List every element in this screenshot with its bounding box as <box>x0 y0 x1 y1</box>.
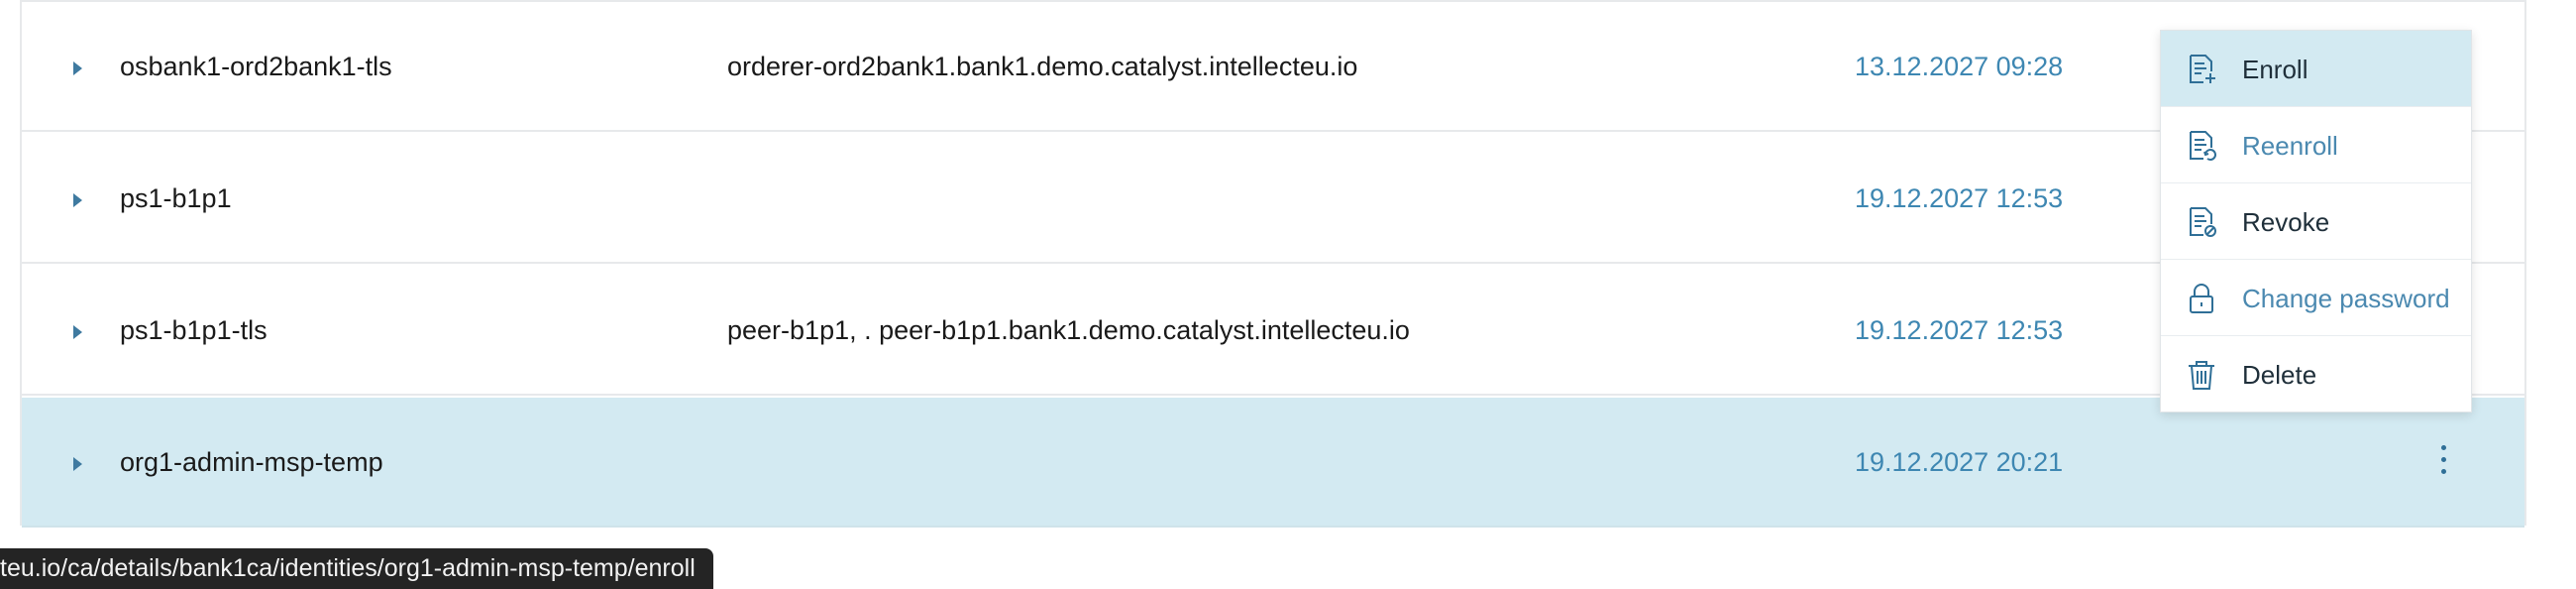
identity-expiry-date: 19.12.2027 12:53 <box>1855 183 2064 213</box>
identity-name: org1-admin-msp-temp <box>120 447 383 477</box>
identities-table: osbank1-ord2bank1-tls orderer-ord2bank1.… <box>20 0 2526 528</box>
expand-caret-icon[interactable] <box>73 193 82 207</box>
menu-item-delete[interactable]: Delete <box>2161 336 2471 412</box>
identity-name: osbank1-ord2bank1-tls <box>120 52 392 81</box>
menu-item-change-password[interactable]: Change password <box>2161 260 2471 336</box>
menu-item-reenroll[interactable]: Reenroll <box>2161 107 2471 183</box>
document-plus-icon <box>2190 55 2215 83</box>
identity-name: ps1-b1p1-tls <box>120 315 268 345</box>
document-refresh-icon <box>2190 131 2216 161</box>
menu-item-enroll[interactable]: Enroll <box>2161 31 2471 107</box>
identity-name: ps1-b1p1 <box>120 183 232 213</box>
table-row-selected[interactable]: org1-admin-msp-temp 19.12.2027 20:21 <box>22 398 2524 528</box>
identity-expiry-date: 19.12.2027 20:21 <box>1855 447 2064 477</box>
menu-item-label: Enroll <box>2242 55 2308 84</box>
identity-expiry-date: 13.12.2027 09:28 <box>1855 52 2064 81</box>
status-bar-url: teu.io/ca/details/bank1ca/identities/org… <box>0 548 713 589</box>
trash-icon <box>2189 361 2214 390</box>
expand-caret-icon[interactable] <box>73 325 82 339</box>
table-row[interactable]: ps1-b1p1-tls peer-b1p1, . peer-b1p1.bank… <box>22 266 2524 396</box>
expand-caret-icon[interactable] <box>73 457 82 471</box>
menu-item-revoke[interactable]: Revoke <box>2161 183 2471 260</box>
table-row[interactable]: osbank1-ord2bank1-tls orderer-ord2bank1.… <box>22 2 2524 132</box>
identity-hosts: orderer-ord2bank1.bank1.demo.catalyst.in… <box>727 52 1358 81</box>
menu-item-label: Change password <box>2242 284 2450 313</box>
menu-item-label: Revoke <box>2242 207 2330 237</box>
expand-caret-icon[interactable] <box>73 61 82 75</box>
table-row[interactable]: ps1-b1p1 19.12.2027 12:53 <box>22 134 2524 264</box>
more-actions-icon[interactable] <box>2439 445 2449 477</box>
menu-item-label: Delete <box>2242 360 2317 390</box>
identity-hosts: peer-b1p1, . peer-b1p1.bank1.demo.cataly… <box>727 315 1410 345</box>
identity-expiry-date: 19.12.2027 12:53 <box>1855 315 2064 345</box>
actions-menu: Enroll Reenroll Revoke Change password D… <box>2160 30 2472 412</box>
lock-icon <box>2190 284 2213 313</box>
menu-item-label: Reenroll <box>2242 131 2338 161</box>
document-block-icon <box>2190 207 2216 237</box>
